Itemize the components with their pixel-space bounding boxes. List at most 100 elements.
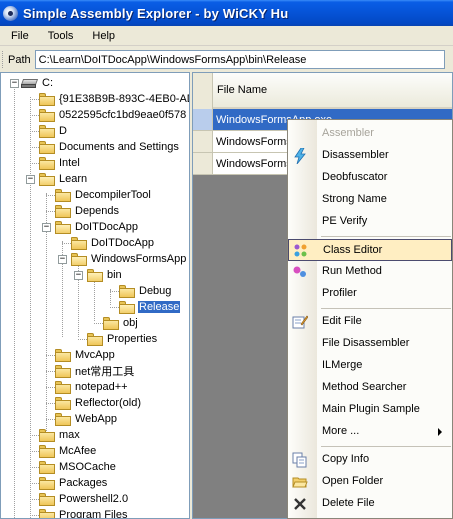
menu-file[interactable]: File xyxy=(0,30,37,42)
tree-node[interactable]: Powershell2.0 xyxy=(39,491,129,507)
tree-node[interactable]: Debug xyxy=(119,283,172,299)
toolbar-grip[interactable] xyxy=(2,51,5,68)
folder-icon xyxy=(55,364,71,378)
tree-node[interactable]: WebApp xyxy=(55,411,118,427)
app-icon xyxy=(2,5,19,22)
tree-node[interactable]: Depends xyxy=(55,203,120,219)
tree-node-release[interactable]: Release xyxy=(119,299,181,315)
menu-item-ilmerge[interactable]: ILMerge xyxy=(288,355,452,377)
tree-node[interactable]: DecompilerTool xyxy=(55,187,152,203)
tree-node[interactable]: Documents and Settings xyxy=(39,139,180,155)
tree-node[interactable]: Learn xyxy=(39,171,88,187)
menu-help[interactable]: Help xyxy=(81,30,123,42)
tree-node[interactable]: net常用工具 xyxy=(55,363,135,379)
menu-item-deobfuscator[interactable]: Deobfuscator xyxy=(288,167,452,189)
column-header-file-name[interactable]: File Name xyxy=(213,73,452,109)
run-method-icon xyxy=(292,264,308,280)
menu-item-more[interactable]: More ... xyxy=(288,421,452,443)
tree-node[interactable]: obj xyxy=(103,315,139,331)
folder-icon xyxy=(55,380,71,394)
tree-label-selected: Release xyxy=(138,301,181,313)
path-label: Path xyxy=(8,53,31,66)
tree-node[interactable]: DoITDocApp xyxy=(71,235,155,251)
menu-item-label: ILMerge xyxy=(322,359,363,371)
tree-node[interactable]: McAfee xyxy=(39,443,97,459)
menu-item-main-plugin-sample[interactable]: Main Plugin Sample xyxy=(288,399,452,421)
tree-label: C: xyxy=(42,77,53,89)
tree-node[interactable]: WindowsFormsApp xyxy=(71,251,187,267)
tree-node[interactable]: {91E38B9B-893C-4EB0-AD xyxy=(39,91,190,107)
tree-node[interactable]: D xyxy=(39,123,68,139)
row-header[interactable] xyxy=(193,109,213,131)
row-header[interactable] xyxy=(193,153,213,175)
menu-item-open-folder[interactable]: Open Folder xyxy=(288,471,452,493)
tree-label: DoITDocApp xyxy=(91,237,154,249)
folder-icon xyxy=(119,284,135,298)
folder-icon xyxy=(39,140,55,154)
menu-item-file-disassembler[interactable]: File Disassembler xyxy=(288,333,452,355)
menu-item-strong-name[interactable]: Strong Name xyxy=(288,189,452,211)
expander-learn[interactable]: − xyxy=(26,175,35,184)
menu-item-method-searcher[interactable]: Method Searcher xyxy=(288,377,452,399)
menu-item-assembler[interactable]: Assembler xyxy=(288,123,452,145)
menu-item-label: Main Plugin Sample xyxy=(322,403,420,415)
tree-node[interactable]: MvcApp xyxy=(55,347,116,363)
tree-label: D xyxy=(59,125,67,137)
folder-icon xyxy=(39,124,55,138)
folder-icon xyxy=(55,396,71,410)
menu-item-disassembler[interactable]: Disassembler xyxy=(288,145,452,167)
menu-tools[interactable]: Tools xyxy=(37,30,82,42)
folder-icon xyxy=(39,444,55,458)
menu-item-profiler[interactable]: Profiler xyxy=(288,283,452,305)
expander-bin[interactable]: − xyxy=(74,271,83,280)
expander-windowsformsapp[interactable]: − xyxy=(58,255,67,264)
menu-item-label: Strong Name xyxy=(322,193,387,205)
tree-label: Properties xyxy=(107,333,158,345)
submenu-arrow-icon xyxy=(438,428,442,436)
tree-node[interactable]: MSOCache xyxy=(39,459,117,475)
tree-label: Debug xyxy=(139,285,172,297)
tree-node[interactable]: Properties xyxy=(87,331,158,347)
title-bar[interactable]: Simple Assembly Explorer - by WiCKY Hu xyxy=(0,0,453,26)
expander-doitdocapp[interactable]: − xyxy=(42,223,51,232)
expander-root[interactable]: − xyxy=(10,79,19,88)
tree-label: WebApp xyxy=(75,413,117,425)
row-header[interactable] xyxy=(193,131,213,153)
menu-item-run-method[interactable]: Run Method xyxy=(288,261,452,283)
menu-item-label: PE Verify xyxy=(322,215,368,227)
tree-node[interactable]: DoITDocApp xyxy=(55,219,139,235)
tree-node-root[interactable]: C: xyxy=(20,75,54,91)
folder-icon xyxy=(39,460,55,474)
menu-item-label: File Disassembler xyxy=(322,337,410,349)
tree-node[interactable]: Intel xyxy=(39,155,81,171)
folder-open-icon xyxy=(39,172,55,186)
tree-node[interactable]: bin xyxy=(87,267,123,283)
menu-item-delete-file[interactable]: Delete File xyxy=(288,493,452,515)
menu-item-class-editor[interactable]: Class Editor xyxy=(288,239,452,261)
tree-node[interactable]: 0522595cfc1bd9eae0f578 xyxy=(39,107,187,123)
tree-node[interactable]: notepad++ xyxy=(55,379,129,395)
open-folder-icon xyxy=(292,474,308,490)
list-header: File Name xyxy=(193,73,452,109)
folder-icon xyxy=(39,108,55,122)
folder-tree[interactable]: − C: {91E38B9B-893C-4EB0-AD 0522595cfc1b… xyxy=(0,72,190,519)
menu-item-label: Run Method xyxy=(322,265,382,277)
tree-node[interactable]: Reflector(old) xyxy=(55,395,142,411)
path-bar: Path xyxy=(0,47,453,72)
menu-item-copy-info[interactable]: Copy Info xyxy=(288,449,452,471)
tree-label: Packages xyxy=(59,477,108,489)
folder-icon xyxy=(55,204,71,218)
class-editor-icon xyxy=(293,243,309,259)
tree-node[interactable]: Packages xyxy=(39,475,108,491)
path-input[interactable] xyxy=(34,50,445,69)
tree-label: WindowsFormsApp xyxy=(91,253,187,265)
tree-label: DoITDocApp xyxy=(75,221,138,233)
folder-open-icon xyxy=(55,220,71,234)
menu-item-label: Class Editor xyxy=(323,244,383,256)
menu-item-pe-verify[interactable]: PE Verify xyxy=(288,211,452,233)
column-header-label: File Name xyxy=(217,84,268,96)
tree-node[interactable]: max xyxy=(39,427,81,443)
tree-node[interactable]: Program Files xyxy=(39,507,128,518)
menu-item-edit-file[interactable]: Edit File xyxy=(288,311,452,333)
tree-label: {91E38B9B-893C-4EB0-AD xyxy=(59,93,190,105)
